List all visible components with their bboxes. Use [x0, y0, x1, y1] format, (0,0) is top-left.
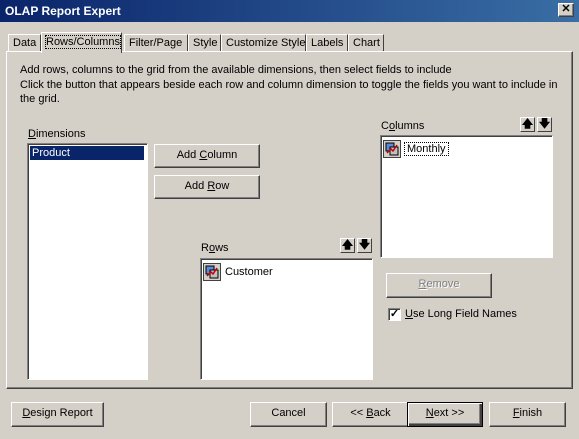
btn-text: emove: [426, 278, 460, 290]
btn-text: inish: [519, 407, 543, 419]
mnemonic: N: [425, 407, 434, 419]
next-button[interactable]: Next >>: [407, 402, 483, 427]
field-label: Customer: [225, 266, 273, 278]
btn-text: esign Report: [30, 407, 93, 419]
title-bar: OLAP Report Expert ✕: [0, 0, 579, 22]
label-text: imensions: [35, 128, 86, 140]
dimension-field-icon[interactable]: [383, 140, 401, 158]
window-title: OLAP Report Expert: [5, 4, 121, 18]
label-text: R: [201, 242, 209, 254]
finish-button[interactable]: Finish: [489, 402, 566, 427]
list-item-product[interactable]: Product: [30, 146, 144, 160]
list-item-monthly[interactable]: Monthly: [383, 140, 449, 158]
dimension-field-icon[interactable]: [203, 263, 221, 281]
label-text: ws: [215, 242, 229, 254]
mnemonic: U: [405, 308, 413, 320]
field-label: Monthly: [404, 142, 449, 156]
tab-label: Labels: [311, 37, 344, 49]
btn-text: ack: [373, 407, 391, 419]
dimensions-label: Dimensions: [28, 128, 85, 140]
tab-style[interactable]: Style: [188, 34, 221, 52]
tab-labels[interactable]: Labels: [306, 34, 348, 52]
close-button[interactable]: ✕: [558, 3, 574, 17]
design-report-button[interactable]: Design Report: [11, 402, 104, 427]
btn-text: Add: [176, 149, 200, 161]
columns-listbox[interactable]: Monthly: [380, 135, 553, 258]
btn-text: ext >>: [433, 407, 465, 419]
btn-text: olumn: [207, 149, 238, 161]
columns-label: Columns: [381, 120, 424, 132]
dimensions-listbox[interactable]: Product: [27, 143, 148, 380]
list-item-customer[interactable]: Customer: [203, 263, 273, 281]
label-text: se Long Field Names: [412, 308, 517, 320]
tab-label: Style: [193, 37, 218, 49]
btn-text: Add: [184, 180, 208, 192]
tab-data[interactable]: Data: [8, 34, 41, 52]
arrow-down-icon: 🡇: [358, 239, 371, 251]
mnemonic: F: [512, 407, 520, 419]
columns-move-down-button[interactable]: 🡇: [537, 117, 552, 132]
arrow-down-icon: 🡇: [538, 118, 551, 130]
rows-move-down-button[interactable]: 🡇: [357, 238, 372, 253]
instruction-line-2: Click the button that appears beside eac…: [20, 79, 558, 91]
tab-label: Chart: [353, 37, 380, 49]
arrow-up-icon: 🡅: [341, 239, 354, 251]
label-text: lumns: [395, 120, 425, 132]
columns-move-up-button[interactable]: 🡅: [520, 117, 535, 132]
instruction-line-3: the grid.: [20, 93, 60, 105]
instruction-line-1: Add rows, columns to the grid from the a…: [20, 64, 452, 76]
rows-label: Rows: [201, 242, 229, 254]
rows-move-up-button[interactable]: 🡅: [340, 238, 355, 253]
back-button[interactable]: << Back: [332, 402, 409, 427]
check-mark-icon: ✓: [389, 308, 400, 320]
tab-filter-page[interactable]: Filter/Page: [124, 34, 188, 52]
add-column-button[interactable]: Add Column: [154, 144, 260, 168]
label-text: C: [381, 120, 389, 132]
close-icon: ✕: [561, 3, 571, 15]
tab-label: Customize Style: [226, 37, 306, 49]
tab-customize-style[interactable]: Customize Style: [221, 34, 306, 52]
cancel-button[interactable]: Cancel: [250, 402, 327, 427]
mnemonic: B: [366, 407, 374, 419]
tab-label: Filter/Page: [129, 37, 183, 49]
btn-text: ow: [215, 180, 230, 192]
mnemonic: D: [28, 128, 36, 140]
tab-rows-columns[interactable]: Rows/Columns: [41, 32, 122, 53]
btn-text: Cancel: [271, 407, 306, 419]
use-long-field-names-label[interactable]: Use Long Field Names: [405, 308, 517, 320]
rows-listbox[interactable]: Customer: [200, 258, 373, 380]
btn-text: <<: [350, 407, 367, 419]
tab-label: Data: [13, 37, 37, 49]
remove-button[interactable]: Remove: [386, 273, 492, 298]
arrow-up-icon: 🡅: [521, 118, 534, 130]
tab-chart[interactable]: Chart: [348, 34, 384, 52]
tab-label: Rows/Columns: [45, 35, 121, 49]
add-row-button[interactable]: Add Row: [154, 175, 260, 199]
use-long-field-names-checkbox[interactable]: ✓: [388, 308, 401, 321]
